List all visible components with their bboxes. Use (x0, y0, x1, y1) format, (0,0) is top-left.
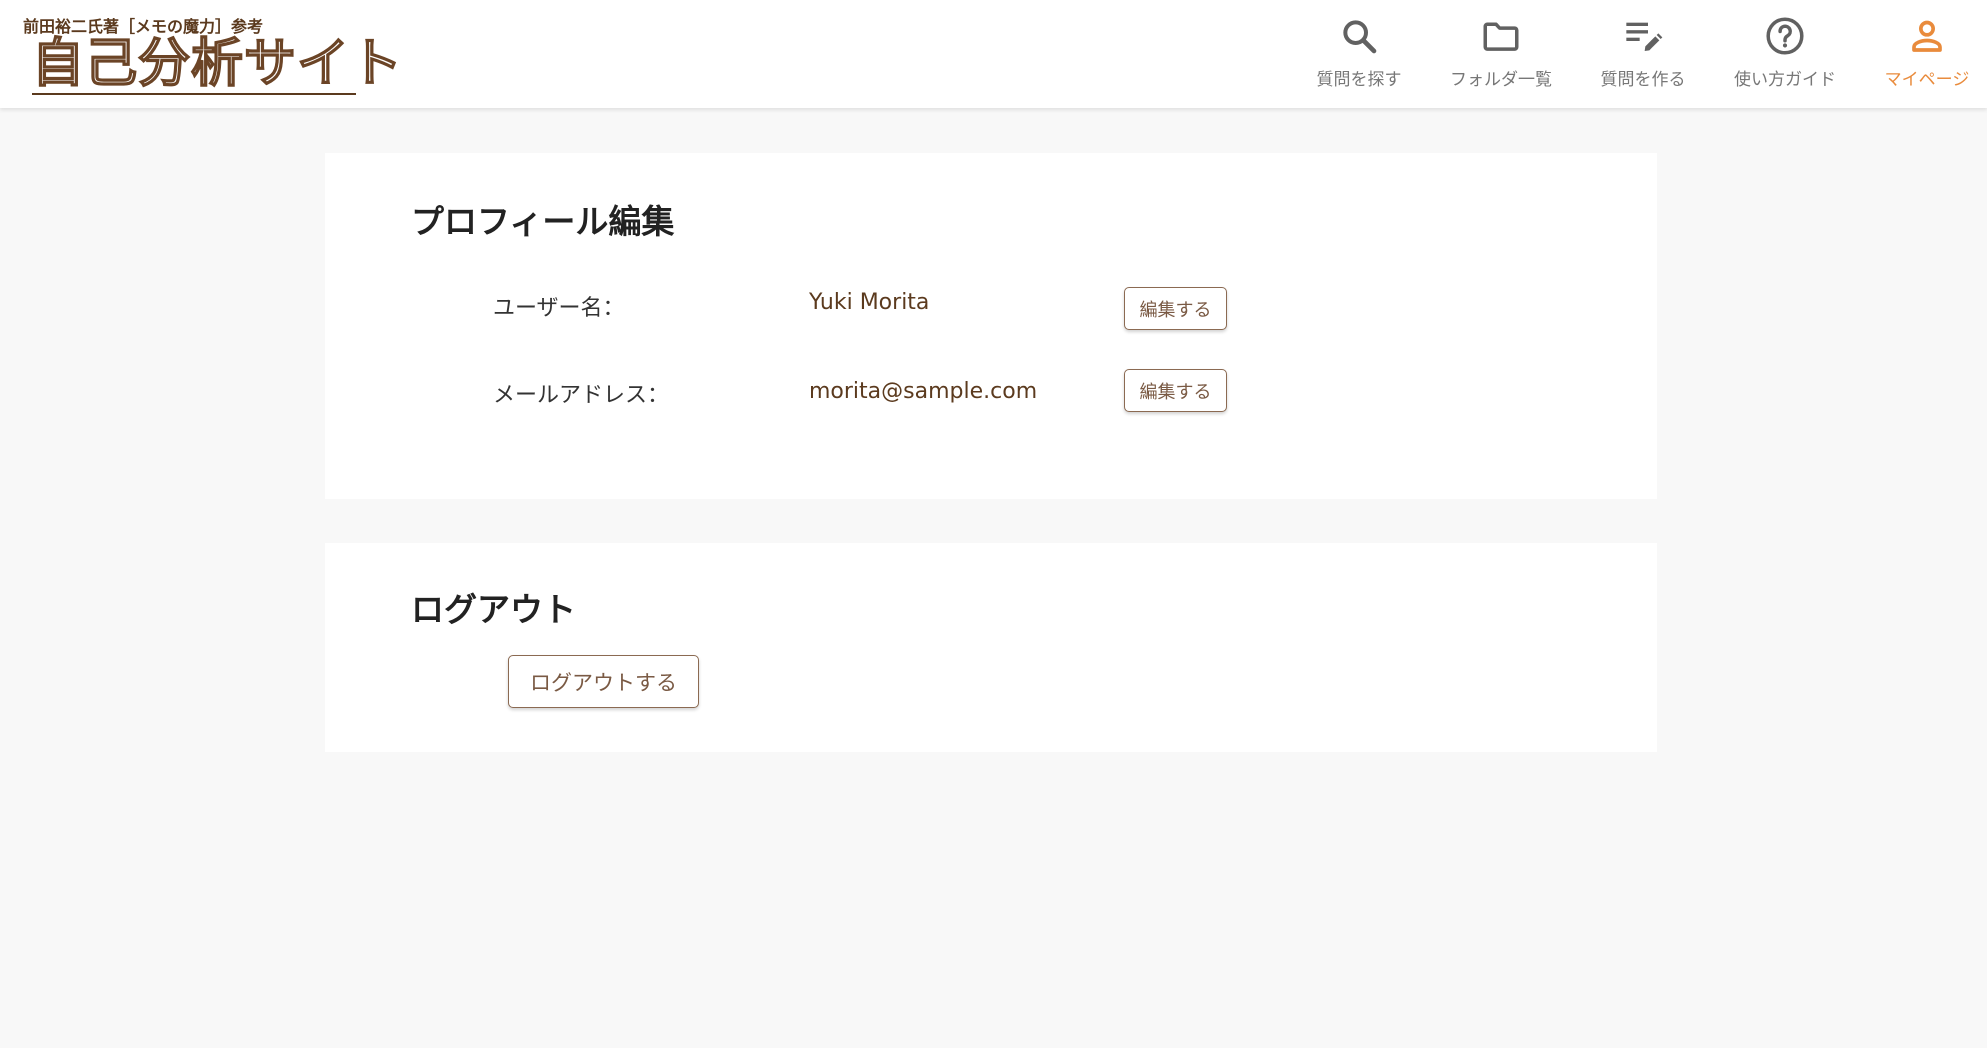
logout-button[interactable]: ログアウトする (508, 655, 699, 708)
person-icon (1905, 14, 1949, 58)
edit-note-icon (1621, 14, 1665, 58)
profile-edit-title: プロフィール編集 (411, 202, 675, 241)
nav-label: フォルダ一覧 (1450, 70, 1552, 90)
profile-edit-card: プロフィール編集 ユーザー名： Yuki Morita 編集する メールアドレス… (325, 153, 1657, 499)
nav-item-usage-guide[interactable]: 使い方ガイド (1730, 14, 1840, 94)
nav-item-folder-list[interactable]: フォルダ一覧 (1447, 14, 1555, 94)
help-circle-icon (1763, 14, 1807, 58)
logout-title: ログアウト (411, 590, 576, 629)
username-label: ユーザー名： (493, 296, 625, 321)
nav-item-search-questions[interactable]: 質問を探す (1313, 14, 1405, 94)
edit-email-button[interactable]: 編集する (1124, 369, 1227, 412)
nav-label: 質問を作る (1600, 70, 1686, 90)
email-label: メールアドレス： (493, 383, 670, 408)
brand-title[interactable]: 自己分析サイト (31, 36, 403, 92)
brand-underline (32, 93, 356, 95)
nav-label: 使い方ガイド (1734, 70, 1836, 90)
email-value: morita@sample.com (809, 379, 1038, 404)
app-header: 前田裕二氏著［メモの魔力］参考 自己分析サイト 質問を探す フォルダ一覧 質問を… (0, 0, 1987, 108)
nav-label: マイページ (1884, 70, 1970, 90)
edit-username-button[interactable]: 編集する (1124, 287, 1227, 330)
search-icon (1337, 14, 1381, 58)
folder-icon (1479, 14, 1523, 58)
nav-item-create-question[interactable]: 質問を作る (1597, 14, 1689, 94)
logout-card: ログアウト ログアウトする (325, 543, 1657, 752)
username-value: Yuki Morita (809, 290, 930, 315)
nav-item-my-page[interactable]: マイページ (1881, 14, 1973, 94)
nav-label: 質問を探す (1316, 70, 1402, 90)
